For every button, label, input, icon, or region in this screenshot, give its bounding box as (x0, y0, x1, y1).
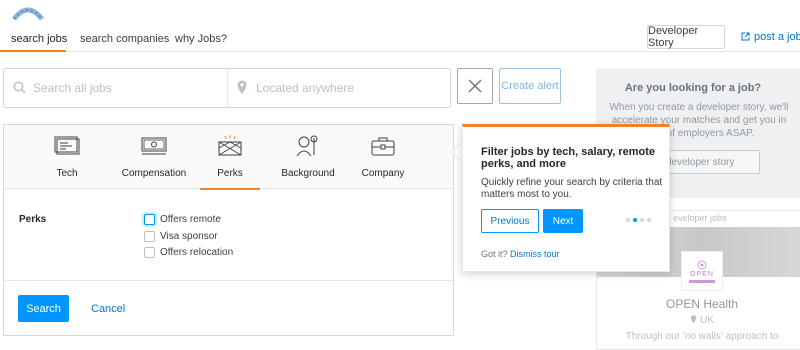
dismiss-tour-link[interactable]: Dismiss tour (510, 249, 560, 259)
tab-company[interactable]: Company (350, 125, 416, 189)
developer-story-button[interactable]: Developer Story (647, 25, 725, 49)
progress-dot-active (633, 218, 637, 222)
company-logo: OPEN (681, 251, 723, 291)
search-icon (13, 81, 26, 94)
tab-why-jobs[interactable]: why Jobs? (175, 33, 227, 45)
tab-search-jobs[interactable]: search jobs (11, 33, 67, 45)
top-navigation: search jobs search companies why Jobs? D… (0, 0, 800, 52)
company-logo-icon (697, 260, 707, 270)
offers-remote-checkbox[interactable] (144, 214, 155, 225)
search-button[interactable]: Search (18, 295, 69, 322)
job-search-bar (3, 68, 451, 108)
next-button[interactable]: Next (543, 209, 583, 233)
company-name: OPEN Health (665, 297, 739, 311)
tech-icon (54, 136, 80, 155)
perks-section-label: Perks (19, 214, 47, 225)
progress-dot (626, 218, 630, 222)
tab-perks[interactable]: Perks (200, 125, 260, 190)
tab-tech[interactable]: Tech (34, 125, 100, 189)
cancel-button[interactable]: Cancel (91, 303, 125, 315)
tour-text: Quickly refine your search by criteria t… (481, 177, 663, 200)
search-jobs-input[interactable] (33, 69, 223, 107)
post-job-link[interactable]: post a job (741, 31, 800, 43)
previous-button[interactable]: Previous (481, 209, 539, 233)
jobs-logo-icon[interactable] (11, 3, 45, 21)
tour-popover: Filter jobs by tech, salary, remote perk… (462, 124, 670, 272)
location-pin-icon (690, 315, 697, 324)
tour-footer: Got it? Dismiss tour (481, 249, 560, 259)
progress-dot (640, 218, 644, 222)
jobs-search-field (4, 69, 228, 107)
visa-sponsor-checkbox[interactable] (144, 231, 155, 242)
divider (4, 280, 453, 281)
option-offers-relocation[interactable]: Offers relocation (144, 247, 233, 258)
progress-dot (647, 218, 651, 222)
tab-search-companies[interactable]: search companies (80, 33, 169, 45)
money-icon (141, 137, 167, 155)
active-filter-indicator (200, 188, 260, 190)
location-pin-icon (237, 80, 247, 94)
clear-search-button[interactable] (457, 68, 493, 104)
offers-relocation-checkbox[interactable] (144, 247, 155, 258)
active-tab-indicator (0, 50, 66, 52)
tour-title: Filter jobs by tech, salary, remote perk… (481, 146, 656, 170)
close-icon (468, 79, 482, 93)
create-alert-button[interactable]: Create alert (499, 68, 561, 104)
perks-icon (218, 135, 242, 156)
option-visa-sponsor[interactable]: Visa sponsor (144, 231, 218, 242)
tour-progress-dots (626, 218, 654, 222)
tab-compensation[interactable]: Compensation (112, 125, 196, 189)
company-location: UK (597, 315, 800, 326)
background-icon (296, 135, 318, 157)
filter-category-tabs: Tech Compensation Perks Background Compa… (4, 125, 453, 190)
company-description: Through our 'no walls' approach to (625, 331, 779, 342)
promo-title: Are you looking for a job? (624, 82, 762, 94)
tab-background[interactable]: Background (270, 125, 346, 189)
option-offers-remote[interactable]: Offers remote (144, 214, 221, 225)
filter-panel: Tech Compensation Perks Background Compa… (3, 124, 454, 336)
location-input[interactable] (256, 69, 446, 107)
external-link-icon (741, 32, 750, 41)
briefcase-icon (371, 137, 395, 156)
card-label: eveloper jobs (673, 213, 727, 223)
